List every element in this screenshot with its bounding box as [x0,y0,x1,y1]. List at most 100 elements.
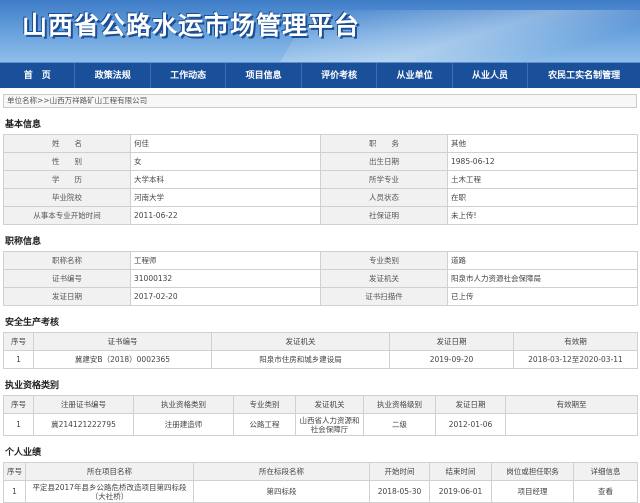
field-label: 所学专业 [320,170,448,189]
table-header-row: 序号 所在项目名称 所在标段名称 开始时间 结束时间 岗位或担任职务 详细信息 [3,462,638,481]
performance-table: 序号 所在项目名称 所在标段名称 开始时间 结束时间 岗位或担任职务 详细信息 … [3,462,638,503]
table-cell [505,413,638,436]
field-label: 出生日期 [320,152,448,171]
section-title-safety: 安全生产考核 [5,318,60,328]
column-header: 序号 [3,395,34,414]
field-label: 职称名称 [3,251,131,270]
nav-item-evaluation[interactable]: 评价考核 [300,63,376,88]
site-title: 山西省公路水运市场管理平台 [22,11,361,40]
field-value: 其他 [447,134,638,153]
field-label: 姓 名 [3,134,131,153]
table-row: 毕业院校 河南大学 人员状态 在职 [3,188,638,207]
field-label: 学 历 [3,170,131,189]
nav-item-workers[interactable]: 农民工实名制管理 [527,63,640,88]
field-label: 职 务 [320,134,448,153]
table-cell: 1 [3,413,34,436]
field-label: 专业类别 [320,251,448,270]
table-cell: 2012-01-06 [435,413,506,436]
table-cell: 2019-06-01 [429,480,492,503]
field-label: 发证机关 [320,269,448,288]
field-value: 2011-06-22 [130,206,321,225]
nav-item-projects[interactable]: 项目信息 [225,63,300,88]
table-cell: 平定县2017年县乡公路危桥改造项目第四标段（大社桥） [25,480,194,503]
column-header: 发证机关 [295,395,364,414]
column-header: 发证日期 [435,395,506,414]
section-title-basic: 基本信息 [5,120,42,130]
field-value: 1985-06-12 [447,152,638,171]
table-cell: 山西省人力资源和社会保障厅 [295,413,364,436]
nav-item-policy[interactable]: 政策法规 [74,63,149,88]
table-cell: 1 [3,350,34,369]
section-title-qualification: 执业资格类别 [5,381,60,391]
nav-item-news[interactable]: 工作动态 [149,63,225,88]
field-value: 大学本科 [130,170,321,189]
nav-item-personnel[interactable]: 从业人员 [451,63,527,88]
table-header-row: 序号 证书编号 发证机关 发证日期 有效期 [3,332,638,351]
column-header: 专业类别 [233,395,296,414]
table-cell: 第四标段 [193,480,370,503]
main-nav: 首 页 政策法规 工作动态 项目信息 评价考核 从业单位 从业人员 农民工实名制… [0,62,640,88]
field-value: 在职 [447,188,638,207]
table-row: 学 历 大学本科 所学专业 土木工程 [3,170,638,189]
table-header-row: 序号 注册证书编号 执业资格类别 专业类别 发证机关 执业资格级别 发证日期 有… [3,395,638,414]
field-value: 土木工程 [447,170,638,189]
basic-info-table: 姓 名 何佳 职 务 其他 性 别 女 出生日期 1985-06-12 学 历 … [3,134,638,225]
column-header: 注册证书编号 [33,395,134,414]
table-row: 职称名称 工程师 专业类别 道路 [3,251,638,270]
field-label: 证书编号 [3,269,131,288]
field-value: 已上传 [447,287,638,306]
field-label: 发证日期 [3,287,131,306]
column-header: 岗位或担任职务 [491,462,574,481]
nav-item-companies[interactable]: 从业单位 [376,63,451,88]
column-header: 执业资格类别 [133,395,234,414]
table-cell: 阳泉市住房和城乡建设局 [211,350,390,369]
field-value: 何佳 [130,134,321,153]
field-value: 道路 [447,251,638,270]
view-details-link[interactable]: 查看 [573,480,638,503]
field-label: 证书扫描件 [320,287,448,306]
table-cell: 二级 [363,413,436,436]
table-row: 1 冀建安B（2018）0002365 阳泉市住房和城乡建设局 2019-09-… [3,350,638,369]
column-header: 序号 [3,332,34,351]
column-header: 发证日期 [389,332,514,351]
column-header: 详细信息 [573,462,638,481]
column-header: 发证机关 [211,332,390,351]
field-label: 人员状态 [320,188,448,207]
field-value: 2017-02-20 [130,287,321,306]
field-value: 31000132 [130,269,321,288]
column-header: 结束时间 [429,462,492,481]
field-value: 工程师 [130,251,321,270]
table-row: 证书编号 31000132 发证机关 阳泉市人力资源社会保障局 [3,269,638,288]
table-cell: 注册建造师 [133,413,234,436]
column-header: 序号 [3,462,26,481]
field-label: 从事本专业开始时间 [3,206,131,225]
table-row: 从事本专业开始时间 2011-06-22 社保证明 未上传! [3,206,638,225]
section-title-performance: 个人业绩 [5,448,42,458]
professional-title-table: 职称名称 工程师 专业类别 道路 证书编号 31000132 发证机关 阳泉市人… [3,251,638,306]
field-value: 河南大学 [130,188,321,207]
column-header: 有效期至 [505,395,638,414]
table-row: 发证日期 2017-02-20 证书扫描件 已上传 [3,287,638,306]
column-header: 开始时间 [369,462,430,481]
table-cell: 2019-09-20 [389,350,514,369]
nav-item-home[interactable]: 首 页 [0,63,74,88]
breadcrumb: 单位名称>>山西万祥路矿山工程有限公司 [3,94,637,108]
table-row: 性 别 女 出生日期 1985-06-12 [3,152,638,171]
table-cell: 1 [3,480,26,503]
social-security-status: 未上传! [447,206,638,225]
table-cell: 冀214121222795 [33,413,134,436]
table-row: 姓 名 何佳 职 务 其他 [3,134,638,153]
field-label: 毕业院校 [3,188,131,207]
field-value: 阳泉市人力资源社会保障局 [447,269,638,288]
column-header: 执业资格级别 [363,395,436,414]
qualification-table: 序号 注册证书编号 执业资格类别 专业类别 发证机关 执业资格级别 发证日期 有… [3,395,638,436]
table-cell: 项目经理 [491,480,574,503]
table-row: 1 平定县2017年县乡公路危桥改造项目第四标段（大社桥） 第四标段 2018-… [3,480,638,503]
safety-assessment-table: 序号 证书编号 发证机关 发证日期 有效期 1 冀建安B（2018）000236… [3,332,638,369]
field-value: 女 [130,152,321,171]
table-cell: 2018-05-30 [369,480,430,503]
column-header: 所在标段名称 [193,462,370,481]
field-label: 性 别 [3,152,131,171]
table-cell: 冀建安B（2018）0002365 [33,350,212,369]
header-banner: 山西省公路水运市场管理平台 [0,0,640,62]
